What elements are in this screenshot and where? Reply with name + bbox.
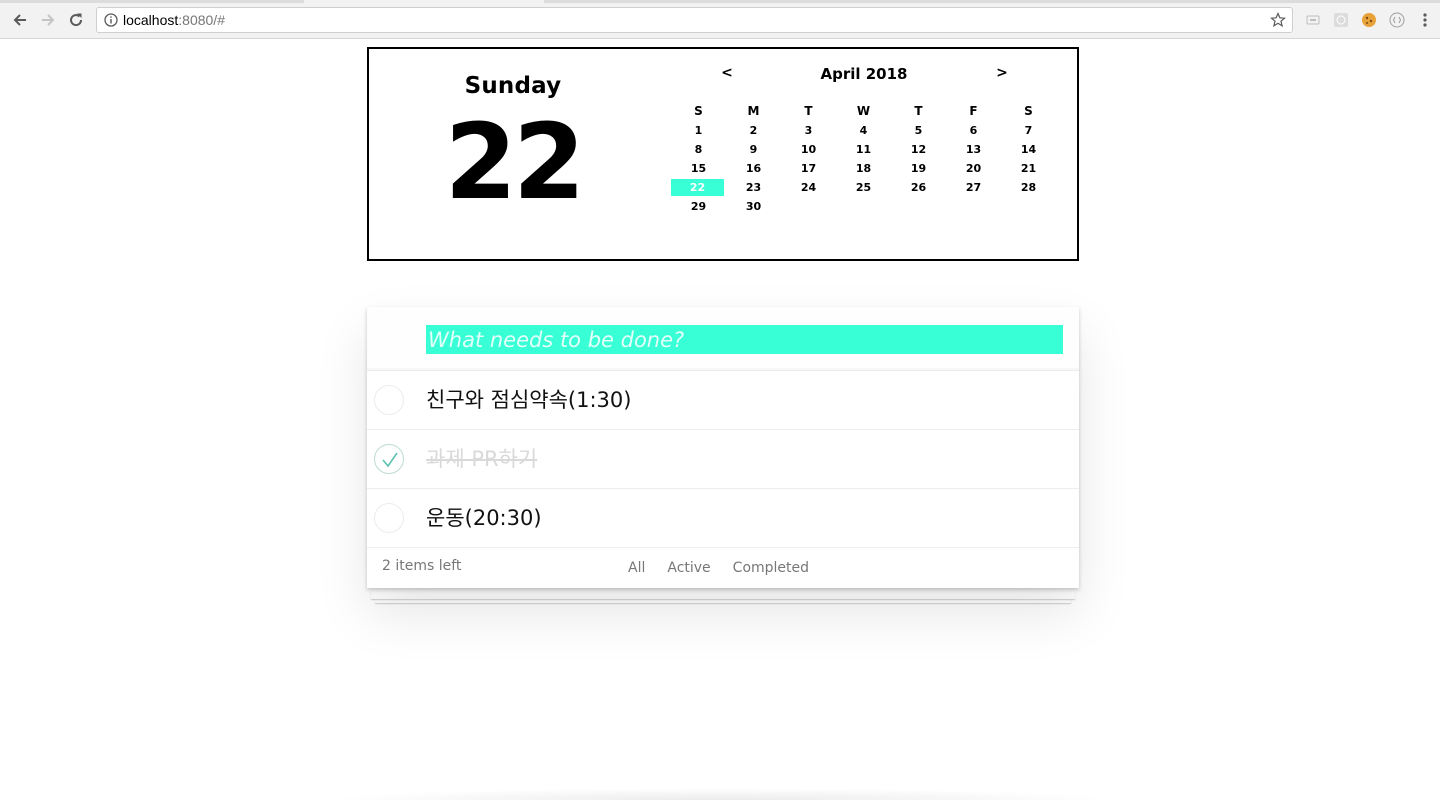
calendar-day[interactable]: 1 [671,121,726,140]
cookie-extension-icon[interactable] [1361,12,1377,28]
todo-toggle-checked[interactable] [374,444,404,474]
selected-day-number: 22 [444,101,586,223]
address-bar[interactable]: localhost:8080/# [96,7,1293,33]
selected-day-name: Sunday [464,73,562,99]
page-bottom-shadow [320,788,1120,800]
calendar-day[interactable]: 25 [836,178,891,197]
weekday-header: T [914,104,923,118]
calendar-day[interactable]: 15 [671,159,726,178]
cast-extension-icon[interactable] [1305,12,1321,28]
calendar-day[interactable]: 7 [1001,121,1056,140]
calendar-day[interactable]: 12 [891,140,946,159]
items-left-count: 2 items left [382,558,462,574]
url-port-path: :8080/# [178,12,225,28]
reload-icon [70,13,83,27]
calendar-day[interactable]: 16 [726,159,781,178]
forward-button[interactable] [37,9,59,31]
info-icon[interactable] [104,13,118,27]
calendar-day[interactable]: 2 [726,121,781,140]
browser-menu-icon[interactable] [1417,12,1433,28]
next-month-button[interactable]: > [992,65,1012,81]
todo-title[interactable]: 운동(20:30) [426,489,542,548]
month-title: April 2018 [820,65,908,83]
script-extension-icon[interactable] [1389,12,1405,28]
url-host: localhost [123,12,179,28]
todo-toggle[interactable] [374,385,404,415]
calendar-day[interactable]: 3 [781,121,836,140]
calendar-day[interactable]: 17 [781,159,836,178]
weekday-header: S [1024,104,1033,118]
calendar-day[interactable]: 5 [891,121,946,140]
weekday-header: S [694,104,703,118]
reload-button[interactable] [65,9,87,31]
weekday-header: W [856,104,871,118]
calendar-day[interactable]: 10 [781,140,836,159]
todo-footer: 2 items left All Active Completed [367,548,1079,588]
back-button[interactable] [9,9,31,31]
todo-list: 친구와 점심약속(1:30) 과제 PR하기 운동(20:30) [367,371,1079,548]
new-todo-header [367,307,1079,371]
weekday-header: F [969,104,978,118]
todo-item: 친구와 점심약속(1:30) [367,371,1079,430]
back-icon [13,14,26,26]
star-icon[interactable] [1270,12,1286,28]
weekday-header: T [804,104,813,118]
stack-decoration [371,591,1075,599]
calendar-day-selected[interactable]: 22 [671,179,724,196]
filter-all[interactable]: All [620,556,653,580]
calendar-day[interactable]: 24 [781,178,836,197]
calendar-day[interactable]: 28 [1001,178,1056,197]
todo-title[interactable]: 친구와 점심약속(1:30) [426,371,631,430]
url-text[interactable]: localhost:8080/# [123,12,225,28]
calendar-day[interactable]: 30 [726,197,781,216]
calendar-day[interactable]: 9 [726,140,781,159]
calendar-day[interactable]: 4 [836,121,891,140]
calendar-day[interactable]: 26 [891,178,946,197]
new-todo-input[interactable] [426,325,1063,354]
weekday-header: M [747,104,760,118]
react-extension-icon[interactable] [1333,12,1349,28]
calendar-header: < April 2018 > [669,65,1059,85]
filter-completed[interactable]: Completed [725,556,817,580]
filter-group: All Active Completed [617,548,820,588]
calendar-day[interactable]: 18 [836,159,891,178]
calendar-day[interactable]: 21 [1001,159,1056,178]
calendar-day[interactable]: 20 [946,159,1001,178]
checkmark-icon [382,452,398,468]
todo-item: 운동(20:30) [367,489,1079,548]
calendar-day[interactable]: 13 [946,140,1001,159]
prev-month-button[interactable]: < [717,65,737,81]
calendar-day[interactable]: 8 [671,140,726,159]
calendar-day[interactable]: 6 [946,121,1001,140]
forward-icon [42,14,55,26]
tab-strip [0,0,1440,3]
calendar-day[interactable]: 19 [891,159,946,178]
filter-active[interactable]: Active [659,556,718,580]
calendar-day[interactable]: 11 [836,140,891,159]
calendar-day[interactable]: 29 [671,197,726,216]
calendar-day[interactable]: 14 [1001,140,1056,159]
active-tab[interactable] [304,0,544,3]
calendar-day[interactable]: 27 [946,178,1001,197]
todo-title[interactable]: 과제 PR하기 [426,430,537,489]
todo-item: 과제 PR하기 [367,430,1079,489]
calendar-widget: Sunday 22 < April 2018 > SMTWTFS12345678… [367,47,1079,261]
todo-app: 친구와 점심약속(1:30)과제 PR하기운동(20:30) 2 items l… [367,307,1079,603]
calendar-grid: S M T W T F S 1 2 3 4 5 6 7 8 9 10 11 12 13 14 15 16 17 18 19 20 21… [671,102,1056,216]
todo-card: 친구와 점심약속(1:30)과제 PR하기운동(20:30) 2 items l… [367,307,1079,588]
todo-toggle[interactable] [374,503,404,533]
browser-toolbar: localhost:8080/# [0,0,1440,39]
calendar-day[interactable]: 23 [726,178,781,197]
